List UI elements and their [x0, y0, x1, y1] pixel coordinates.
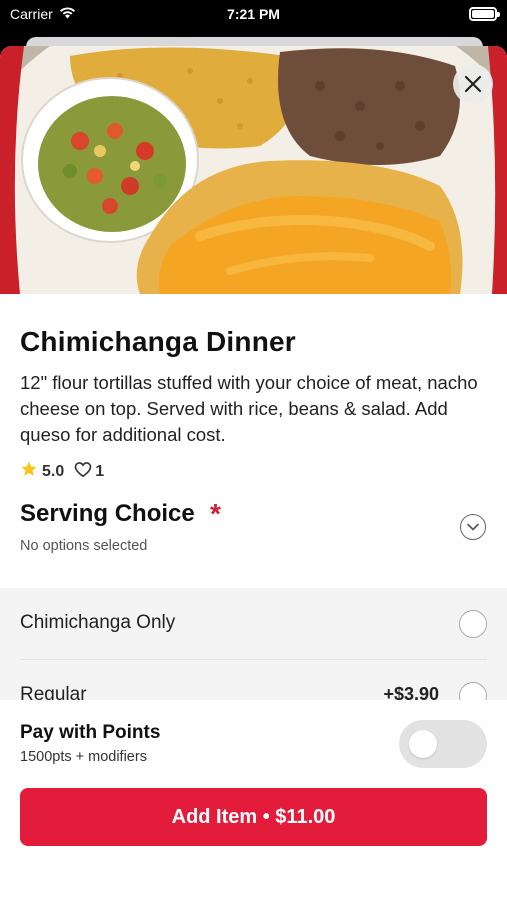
- expand-button[interactable]: [460, 514, 486, 540]
- like-count: 1: [95, 462, 105, 480]
- heart-icon: [74, 461, 92, 483]
- item-info: Chimichanga Dinner 12" flour tortillas s…: [0, 294, 507, 483]
- item-meta: 5.0 1: [20, 460, 487, 483]
- serving-choice-status: No options selected: [20, 538, 148, 554]
- serving-choice-title: Serving Choice: [20, 500, 195, 527]
- toggle-knob: [409, 730, 437, 758]
- item-title: Chimichanga Dinner: [20, 326, 296, 357]
- status-bar: Carrier 7:21 PM: [0, 0, 507, 30]
- pay-with-points-toggle[interactable]: [399, 720, 487, 768]
- rating-value: 5.0: [42, 462, 65, 480]
- battery-icon: [469, 7, 500, 21]
- option-radio[interactable]: [459, 610, 487, 638]
- star-icon: [20, 460, 38, 483]
- points-subtitle: 1500pts + modifiers: [20, 749, 147, 765]
- clock: 7:21 PM: [227, 6, 280, 22]
- close-icon: [464, 75, 482, 93]
- serving-choice-header[interactable]: Serving Choice * No options selected: [0, 488, 507, 588]
- like-button[interactable]: 1: [74, 461, 104, 483]
- checkout-footer: Pay with Points 1500pts + modifiers Add …: [0, 700, 507, 854]
- points-title: Pay with Points: [20, 722, 161, 743]
- battery-level: [472, 10, 494, 18]
- required-indicator: *: [210, 498, 221, 529]
- item-photo: [0, 46, 507, 294]
- close-button[interactable]: [453, 64, 493, 104]
- item-description: 12" flour tortillas stuffed with your ch…: [20, 372, 478, 445]
- add-item-button[interactable]: Add Item • $11.00: [20, 788, 487, 846]
- option-row[interactable]: Chimichanga Only: [20, 588, 487, 660]
- chevron-down-icon: [467, 518, 479, 536]
- option-label: Chimichanga Only: [20, 612, 176, 633]
